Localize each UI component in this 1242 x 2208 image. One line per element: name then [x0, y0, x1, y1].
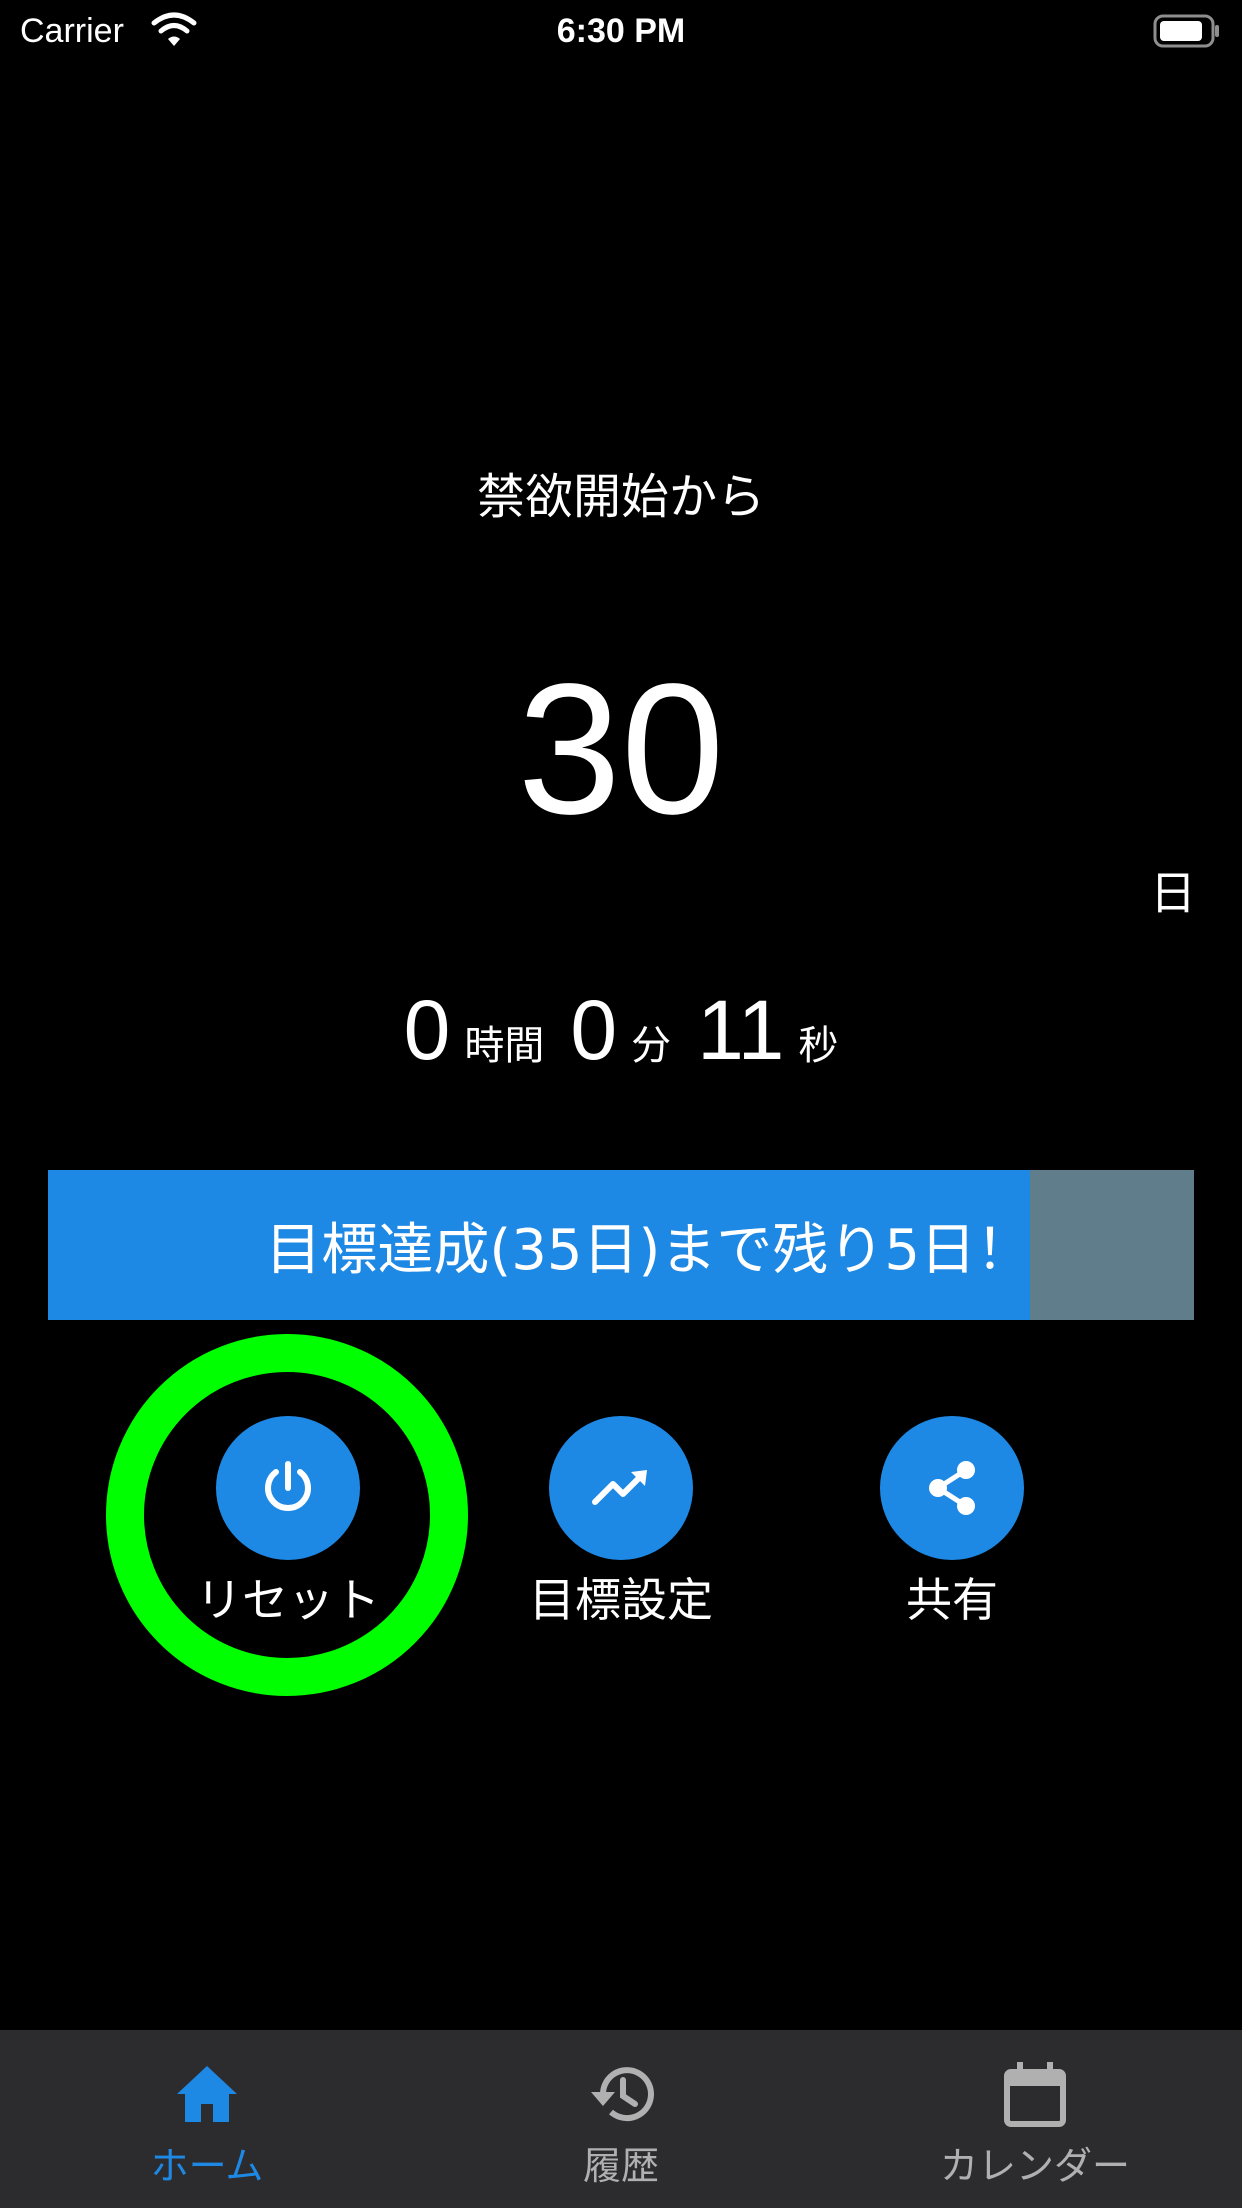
reset-circle[interactable] [216, 1416, 360, 1560]
share-label: 共有 [906, 1573, 998, 1627]
share-button[interactable]: 共有 [832, 1416, 1072, 1632]
tab-calendar[interactable]: カレンダー [828, 2030, 1242, 2208]
history-icon [591, 2067, 654, 2122]
tab-history[interactable]: 履歴 [414, 2030, 828, 2208]
share-circle[interactable] [880, 1416, 1024, 1560]
tab-calendar-label: カレンダー [939, 2144, 1130, 2188]
goal-setting-label: 目標設定 [529, 1573, 713, 1627]
seconds-value: 11 [697, 983, 785, 1077]
elapsed-time-row: 0 時間 0 分 11 秒 [0, 980, 1242, 1080]
since-start-label: 禁欲開始から [476, 469, 765, 525]
calendar-icon [1004, 2062, 1066, 2127]
status-time: 6:30 PM [556, 12, 686, 50]
goal-setting-circle[interactable] [549, 1416, 693, 1560]
home-icon [177, 2066, 237, 2122]
days-unit: 日 [1150, 866, 1196, 920]
tab-history-label: 履歴 [582, 2144, 659, 2188]
hours-value: 0 [403, 983, 451, 1077]
days-count: 30 [517, 646, 725, 853]
reset-label: リセット [196, 1573, 380, 1627]
bottom-tab-bar: ホーム 履歴 カレンダー [0, 2030, 1242, 2208]
status-bar: Carrier 6:30 PM [0, 0, 1242, 62]
tab-home-label: ホーム [150, 2144, 264, 2188]
battery-icon [1153, 14, 1219, 48]
goal-progress-bar: 目標達成(35日)まで残り5日！ [48, 1170, 1194, 1320]
seconds-unit: 秒 [798, 1023, 839, 1069]
home-screen: Carrier 6:30 PM 禁欲開始から 30 日 0 時間 0 分 11 … [0, 0, 1242, 2208]
tab-home[interactable]: ホーム [0, 2030, 414, 2208]
trending-up-icon [592, 1470, 647, 1505]
hours-unit: 時間 [464, 1023, 545, 1069]
share-icon [929, 1461, 975, 1515]
goal-setting-button[interactable]: 目標設定 [501, 1416, 741, 1632]
power-icon [265, 1461, 311, 1511]
minutes-unit: 分 [631, 1023, 672, 1069]
goal-remaining-text: 目標達成(35日)まで残り5日！ [265, 1217, 1032, 1283]
reset-button[interactable]: リセット [168, 1416, 408, 1632]
minutes-value: 0 [570, 983, 618, 1077]
